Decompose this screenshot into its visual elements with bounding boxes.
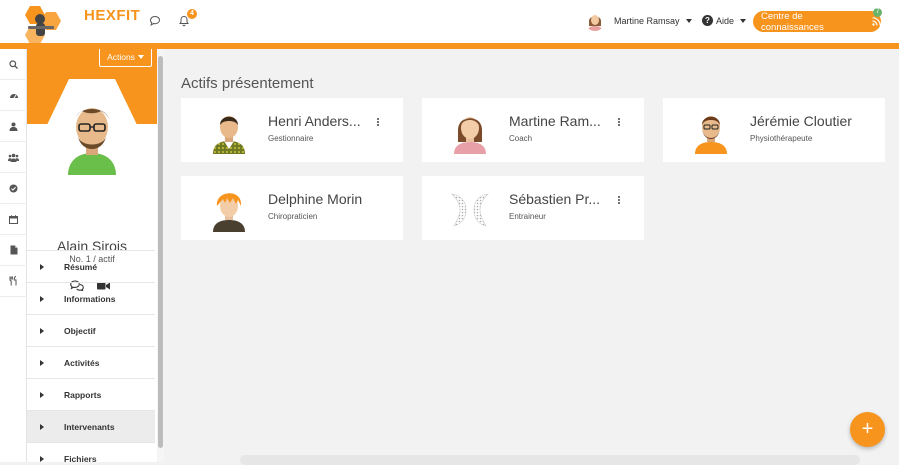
chat-icon[interactable] — [149, 14, 165, 30]
practitioner-card[interactable]: Henri Anders... Gestionnaire — [181, 98, 403, 162]
practitioner-name: Martine Ram... — [509, 113, 601, 129]
chevron-down-icon — [685, 19, 692, 23]
section-title: Actifs présentement — [181, 75, 314, 92]
avatar — [205, 106, 253, 154]
chevron-down-icon — [137, 55, 144, 59]
practitioner-name: Jérémie Cloutier — [750, 113, 852, 129]
document-icon[interactable] — [0, 235, 27, 266]
practitioner-card[interactable]: Jérémie Cloutier Physiothérapeute — [663, 98, 885, 162]
notification-badge: 4 — [187, 9, 197, 19]
profile-avatar — [46, 79, 138, 180]
menu-item-rapports[interactable]: Rapports — [27, 378, 155, 410]
avatar — [446, 106, 494, 154]
more-options-icon[interactable] — [618, 118, 621, 130]
menu-item-label: Activités — [64, 357, 100, 368]
practitioner-role: Gestionnaire — [268, 134, 314, 143]
knowledge-center-label: Centre de connaissances — [761, 10, 824, 33]
more-options-icon[interactable] — [618, 196, 621, 208]
plus-icon: + — [861, 418, 874, 440]
caret-right-icon — [40, 391, 44, 398]
practitioner-name: Henri Anders... — [268, 113, 361, 129]
practitioner-card[interactable]: Delphine Morin Chiropraticien — [181, 176, 403, 240]
calendar-icon[interactable] — [0, 204, 27, 235]
caret-right-icon — [40, 455, 44, 462]
practitioner-role: Coach — [509, 134, 533, 143]
practitioner-card[interactable]: Martine Ram... Coach — [422, 98, 644, 162]
practitioner-role: Entraineur — [509, 212, 546, 221]
question-icon: ? — [702, 15, 713, 26]
check-circle-icon[interactable] — [0, 173, 27, 204]
practitioner-card[interactable]: Sébastien Pr... Entraineur — [422, 176, 644, 240]
menu-item-resume[interactable]: Résumé — [27, 250, 155, 282]
chevron-down-icon — [740, 18, 747, 23]
dashboard-icon[interactable] — [0, 80, 27, 111]
menu-item-label: Résumé — [64, 261, 98, 272]
caret-right-icon — [40, 295, 44, 302]
group-icon[interactable] — [0, 142, 27, 173]
menu-item-activites[interactable]: Activités — [27, 346, 155, 378]
menu-item-label: Informations — [64, 293, 116, 304]
caret-right-icon — [40, 327, 44, 334]
rss-icon — [872, 17, 881, 26]
caret-right-icon — [40, 359, 44, 366]
practitioner-role: Chiropraticien — [268, 212, 318, 221]
add-button[interactable]: + — [850, 412, 885, 447]
menu-item-intervenants[interactable]: Intervenants — [27, 410, 155, 442]
knowledge-center-button[interactable]: Centre de connaissances — [753, 10, 881, 33]
menu-item-label: Rapports — [64, 389, 102, 400]
help-label: Aide — [716, 15, 735, 26]
hexfit-logo[interactable]: HEXFIT — [16, 2, 140, 44]
scrollbar-thumb[interactable] — [158, 56, 163, 448]
bottom-edge — [240, 455, 860, 465]
actions-button[interactable]: Actions — [99, 49, 152, 67]
menu-item-label: Fichiers — [64, 453, 97, 463]
user-icon[interactable] — [0, 111, 27, 142]
sidebar-scrollbar[interactable] — [157, 49, 164, 462]
practitioner-name: Sébastien Pr... — [509, 191, 601, 207]
menu-item-label: Intervenants — [64, 421, 115, 432]
avatar — [687, 106, 735, 154]
more-options-icon[interactable] — [377, 118, 380, 130]
avatar — [205, 184, 253, 232]
practitioner-role: Physiothérapeute — [750, 134, 813, 143]
profile-sidebar: Actions Alain Sirois No. 1 / actif Résum… — [27, 49, 157, 462]
practitioner-name: Delphine Morin — [268, 191, 363, 207]
knowledge-badge: 7 — [873, 8, 883, 17]
user-avatar — [585, 11, 605, 31]
nutrition-icon[interactable] — [0, 266, 27, 297]
help-menu[interactable]: ? Aide — [702, 15, 747, 26]
user-menu[interactable]: Martine Ramsay — [585, 10, 692, 32]
caret-right-icon — [40, 423, 44, 430]
icon-rail — [0, 49, 27, 462]
avatar — [446, 184, 494, 232]
top-bar: HEXFIT 4 Martine Ramsay ? Aide Centre de… — [0, 0, 899, 44]
menu-item-informations[interactable]: Informations — [27, 282, 155, 314]
user-name: Martine Ramsay — [614, 16, 680, 26]
actions-label: Actions — [107, 52, 135, 62]
logo-text: HEXFIT — [84, 7, 141, 24]
menu-item-label: Objectif — [64, 325, 96, 336]
menu-item-objectif[interactable]: Objectif — [27, 314, 155, 346]
caret-right-icon — [40, 263, 44, 270]
search-icon[interactable] — [0, 49, 27, 80]
menu-item-fichiers[interactable]: Fichiers — [27, 442, 155, 462]
